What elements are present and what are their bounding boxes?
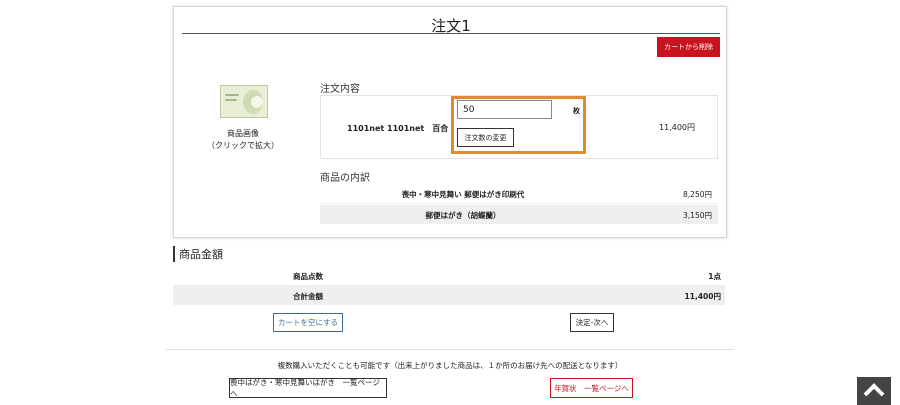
product-name: 1101net 1101net 百合 [347, 124, 449, 133]
summary-total-label: 合計金額 [293, 292, 323, 301]
image-caption-line1: 商品画像 [227, 129, 259, 138]
summary-count-row: 商品点数 1点 [173, 266, 725, 286]
product-price: 11,400円 [659, 123, 695, 132]
breakdown-row: 喪中・寒中見舞い 郵便はがき印刷代 8,250円 [320, 184, 718, 204]
image-caption-line2: （クリックで拡大） [207, 141, 279, 150]
scroll-to-top-button[interactable] [857, 377, 891, 405]
breakdown-amount: 8,250円 [683, 190, 712, 199]
summary-count-label: 商品点数 [293, 272, 323, 281]
breakdown-row: 郵便はがき（胡蝶蘭） 3,150円 [320, 205, 718, 224]
chevron-up-icon [863, 383, 885, 397]
empty-cart-button[interactable]: カートを空にする [273, 313, 343, 332]
mourning-card-list-link[interactable]: 喪中はがき・寒中見舞いはがき 一覧ページへ [229, 378, 387, 398]
highlight-box [451, 96, 586, 154]
product-thumbnail[interactable] [220, 85, 268, 118]
new-year-card-list-link[interactable]: 年賀状 一覧ページへ [550, 378, 633, 398]
image-caption: 商品画像 （クリックで拡大） [194, 128, 292, 152]
summary-total-value: 11,400円 [684, 292, 721, 301]
breakdown-amount: 3,150円 [683, 211, 712, 220]
summary-count-value: 1点 [708, 272, 721, 281]
breakdown-heading: 商品の内訳 [320, 173, 370, 184]
remove-from-cart-button[interactable]: カートから削除 [657, 37, 720, 57]
summary-title: 商品金額 [179, 248, 223, 261]
footer-divider [166, 349, 734, 350]
order-card: 注文1 カートから削除 商品画像 （クリックで拡大） 注文内容 1101net … [173, 6, 727, 238]
summary-total-row: 合計金額 11,400円 [173, 286, 725, 305]
order-details-heading: 注文内容 [320, 84, 360, 95]
breakdown-label: 喪中・寒中見舞い 郵便はがき印刷代 [401, 190, 525, 199]
summary-title-accent [173, 246, 175, 262]
breakdown-label: 郵便はがき（胡蝶蘭） [425, 211, 501, 220]
next-button[interactable]: 決定-次へ [570, 313, 614, 332]
title-divider [182, 33, 720, 34]
footer-notice: 複数購入いただくことも可能です（出来上がりました商品は、１か所のお届け先への配送… [277, 361, 623, 370]
